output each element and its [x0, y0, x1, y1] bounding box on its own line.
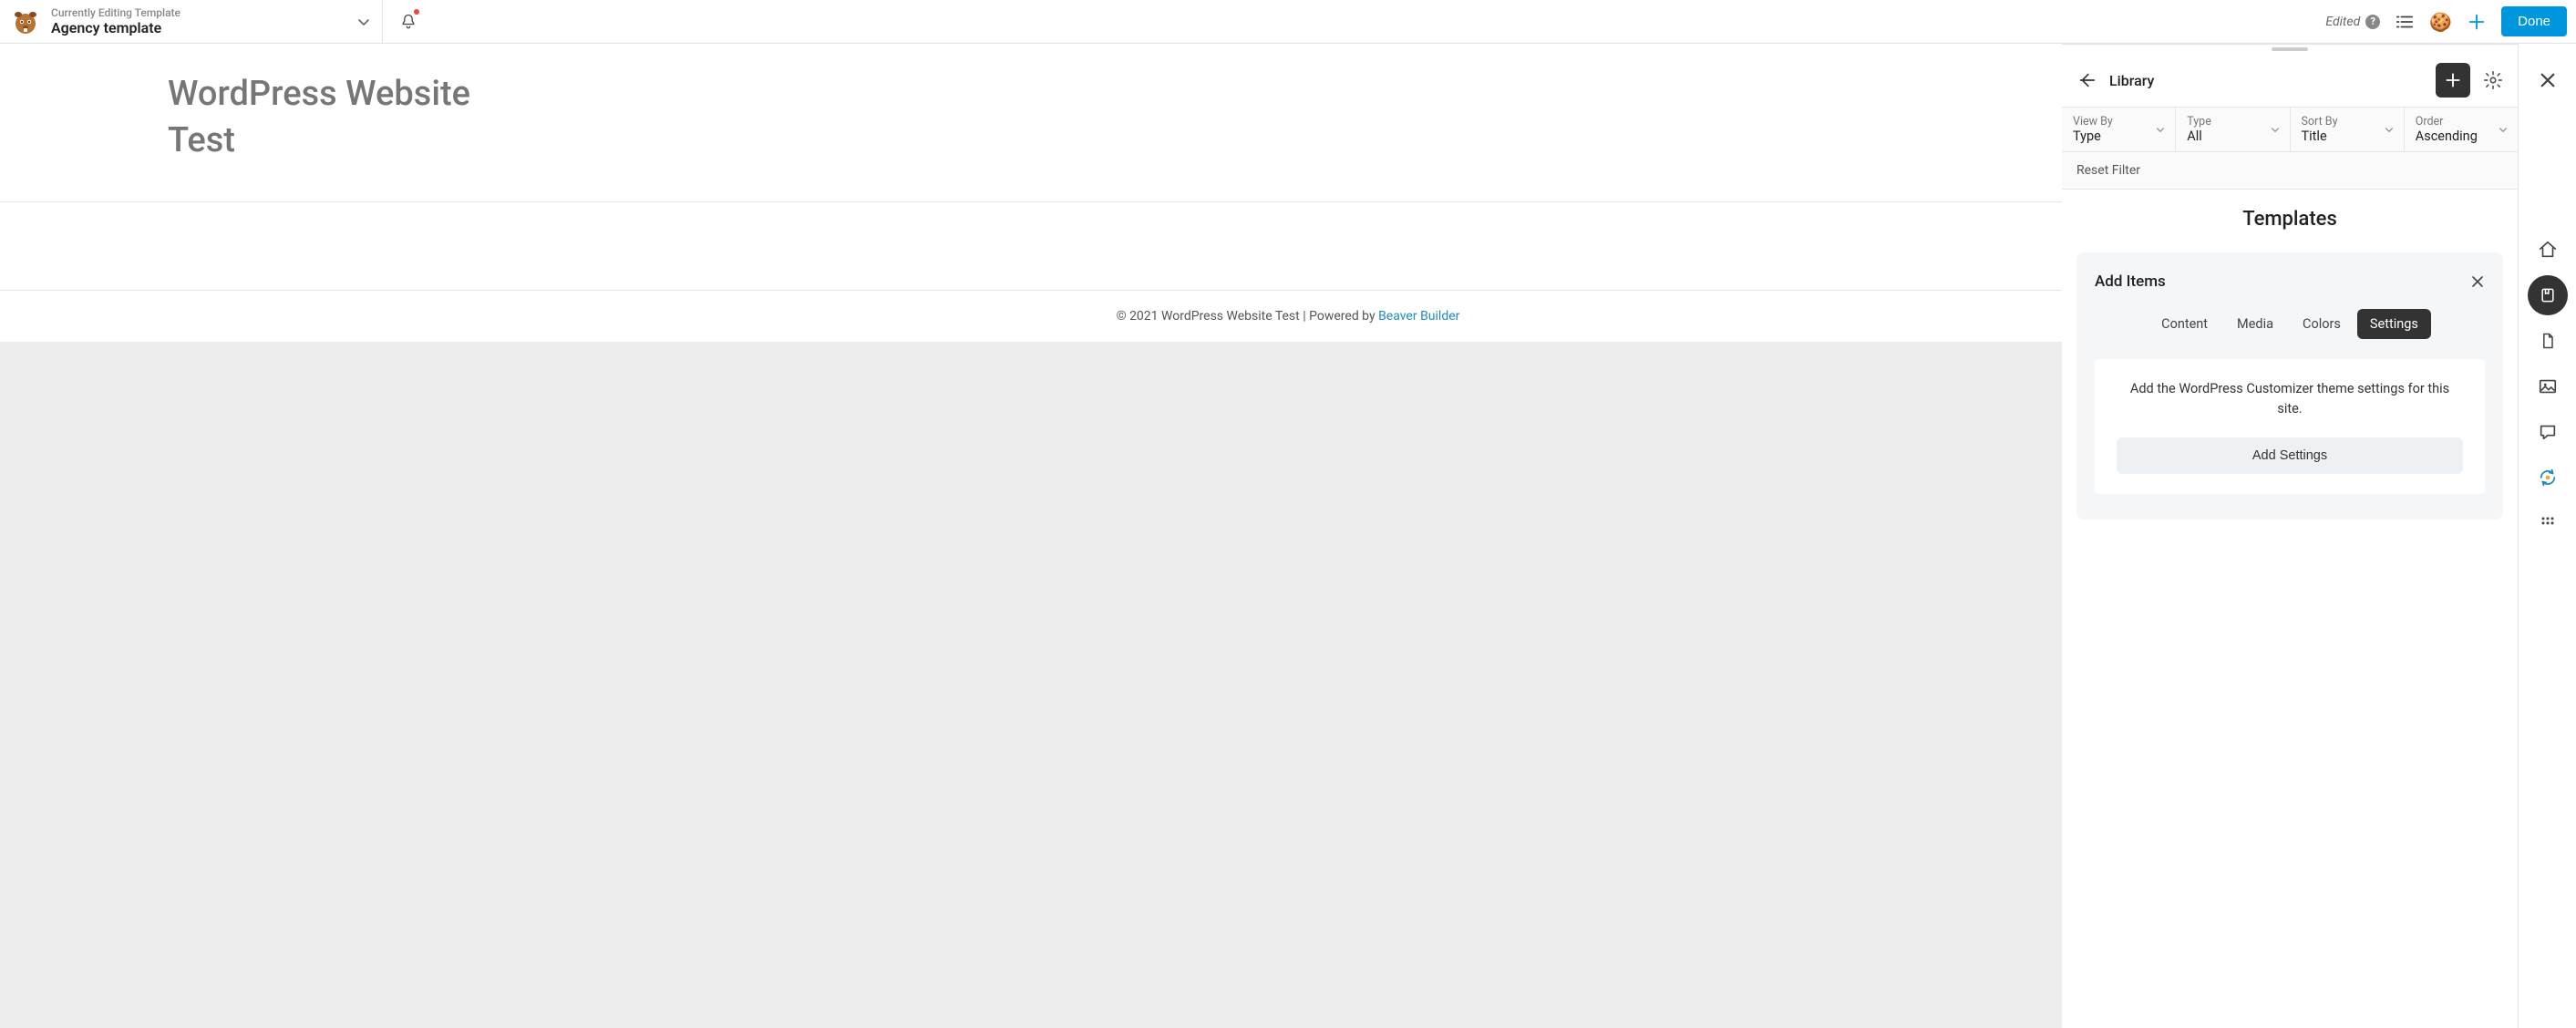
right-rail — [2518, 44, 2576, 1028]
add-items-card: Add Items Content Media Colors Settings … — [2076, 252, 2503, 519]
gear-icon[interactable] — [2483, 70, 2503, 90]
add-button[interactable] — [2467, 12, 2487, 32]
settings-box: Add the WordPress Customizer theme setti… — [2095, 359, 2485, 494]
back-button[interactable] — [2076, 70, 2097, 90]
notification-dot-icon — [414, 9, 419, 15]
cookie-icon[interactable]: 🍪 — [2427, 8, 2455, 36]
home-icon[interactable] — [2528, 230, 2568, 270]
tab-settings[interactable]: Settings — [2357, 309, 2431, 339]
help-icon[interactable]: ? — [2365, 15, 2380, 29]
bell-icon — [399, 13, 417, 31]
apps-icon[interactable] — [2528, 503, 2568, 543]
filter-view-by[interactable]: View By Type — [2062, 108, 2176, 151]
comment-icon[interactable] — [2528, 412, 2568, 452]
done-button[interactable]: Done — [2501, 6, 2567, 36]
reset-filter-button[interactable]: Reset Filter — [2062, 152, 2518, 190]
library-title: Library — [2109, 72, 2423, 89]
library-panel: Library View By Type Type All Sort By Ti… — [2062, 44, 2518, 1028]
image-icon[interactable] — [2528, 366, 2568, 406]
beaver-logo-icon — [11, 7, 40, 36]
sync-icon[interactable] — [2528, 457, 2568, 498]
panel-drag-handle[interactable] — [2062, 45, 2518, 54]
topbar: Currently Editing Template Agency templa… — [0, 0, 2576, 44]
chevron-down-icon — [2384, 124, 2395, 135]
settings-description: Add the WordPress Customizer theme setti… — [2117, 379, 2463, 419]
library-icon[interactable] — [2528, 275, 2568, 315]
tab-media[interactable]: Media — [2224, 309, 2286, 339]
add-items-tabs: Content Media Colors Settings — [2095, 309, 2485, 339]
filter-type[interactable]: Type All — [2176, 108, 2290, 151]
chevron-down-icon[interactable] — [356, 15, 371, 29]
library-add-button[interactable] — [2436, 63, 2470, 98]
page-heading: WordPress Website Test — [0, 71, 729, 201]
edited-status: Edited ? — [2325, 15, 2380, 29]
add-settings-button[interactable]: Add Settings — [2117, 437, 2463, 474]
template-title: Agency template — [51, 19, 345, 36]
outline-icon[interactable] — [2395, 12, 2415, 32]
page-icon[interactable] — [2528, 321, 2568, 361]
chevron-down-icon — [2498, 124, 2509, 135]
filter-order[interactable]: Order Ascending — [2405, 108, 2518, 151]
chevron-down-icon — [2270, 124, 2281, 135]
editing-subtitle: Currently Editing Template — [51, 6, 345, 19]
filter-row: View By Type Type All Sort By Title Orde… — [2062, 107, 2518, 152]
notifications-button[interactable] — [383, 0, 434, 43]
footer-link[interactable]: Beaver Builder — [1378, 309, 1459, 324]
close-panel-button[interactable] — [2528, 60, 2568, 100]
tab-colors[interactable]: Colors — [2290, 309, 2354, 339]
templates-heading: Templates — [2076, 208, 2503, 231]
filter-sort-by[interactable]: Sort By Title — [2291, 108, 2405, 151]
chevron-down-icon — [2155, 124, 2166, 135]
add-items-title: Add Items — [2095, 272, 2166, 291]
template-selector[interactable]: Currently Editing Template Agency templa… — [51, 6, 345, 37]
tab-content[interactable]: Content — [2148, 309, 2221, 339]
close-icon[interactable] — [2470, 274, 2485, 289]
